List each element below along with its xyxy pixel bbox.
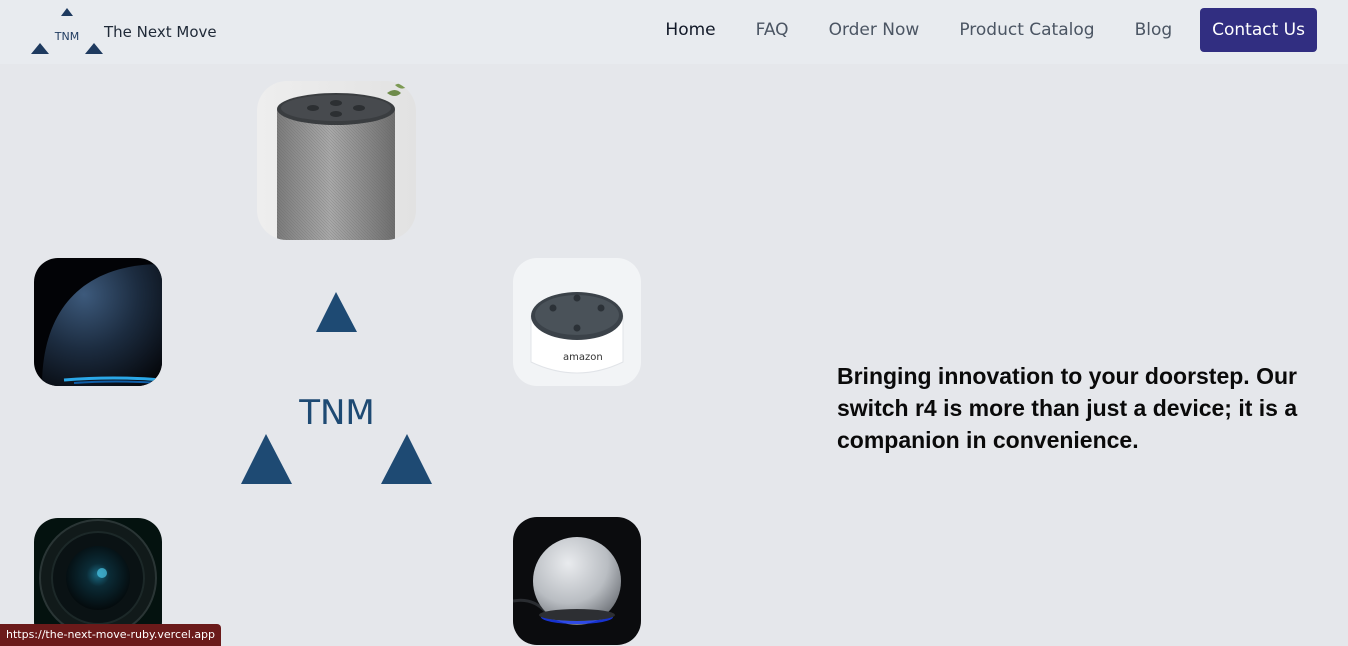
product-image-white-puck-speaker: amazon [513,258,641,386]
hero-tagline: Bringing innovation to your doorstep. Ou… [837,363,1298,453]
brand-name: The Next Move [104,23,217,41]
svg-text:amazon: amazon [563,352,603,363]
nav-blog[interactable]: Blog [1135,20,1173,40]
nav-product-catalog[interactable]: Product Catalog [959,20,1094,40]
main-nav: Home FAQ Order Now Product Catalog Blog … [625,8,1317,52]
navbar: TNM The Next Move Home FAQ Order Now Pro… [0,0,1348,64]
nav-order-now[interactable]: Order Now [829,20,920,40]
product-image-cylinder-speaker [257,81,416,240]
product-image-white-sphere-speaker [513,517,641,645]
brand-logo-text: TNM [54,30,79,43]
status-bar-url: https://the-next-move-ruby.vercel.app [0,624,222,646]
contact-us-button[interactable]: Contact Us [1200,8,1317,52]
nav-faq[interactable]: FAQ [756,20,789,40]
hero-logo-text: TNM [298,393,375,433]
brand-logo-icon: TNM [30,6,104,59]
brand-link[interactable]: TNM The Next Move [30,6,217,59]
nav-home[interactable]: Home [665,20,715,40]
product-image-dark-dome-speaker [34,258,162,386]
hero-logo-icon: TNM [240,290,434,484]
